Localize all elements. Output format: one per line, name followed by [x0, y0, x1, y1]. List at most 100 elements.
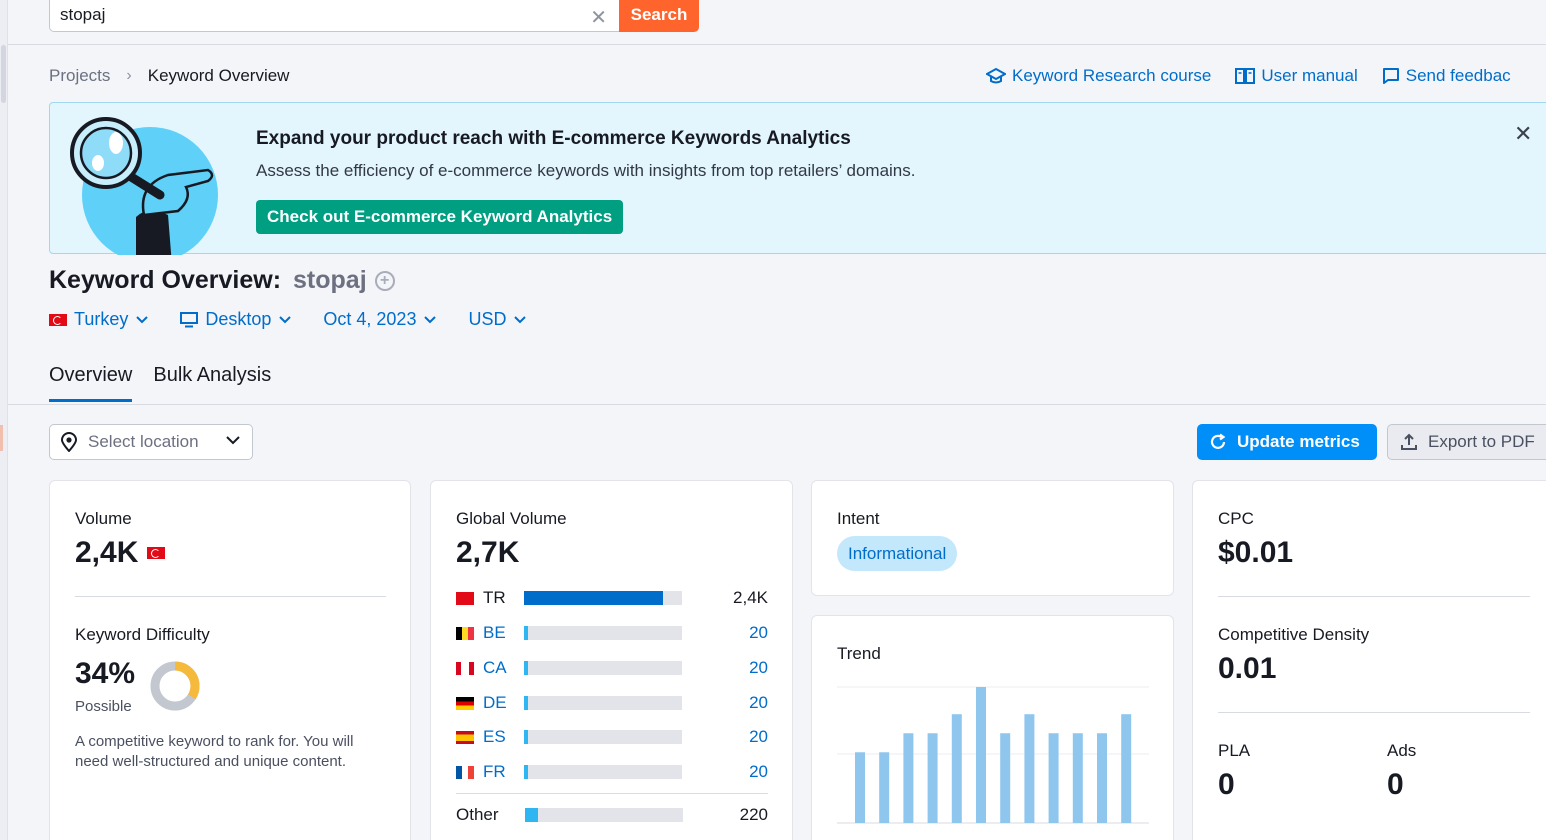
breadcrumb-projects[interactable]: Projects — [49, 66, 110, 86]
date-dropdown[interactable]: Oct 4, 2023 — [323, 309, 437, 330]
country-row-fr[interactable]: FR 20 — [456, 762, 768, 782]
country-row-es[interactable]: ES 20 — [456, 727, 768, 747]
user-manual-link[interactable]: User manual — [1235, 66, 1358, 86]
close-icon[interactable]: ✕ — [1514, 121, 1532, 147]
country-code[interactable]: BE — [483, 623, 524, 643]
germany-flag-icon — [456, 696, 474, 710]
trend-bar[interactable] — [1097, 733, 1107, 823]
turkey-flag-icon — [456, 591, 474, 605]
tab-bulk-analysis[interactable]: Bulk Analysis — [153, 364, 271, 402]
trend-bar[interactable] — [1121, 714, 1132, 823]
trend-bar[interactable] — [951, 714, 962, 823]
update-metrics-button[interactable]: Update metrics — [1197, 424, 1377, 460]
country-bar-fill — [524, 730, 528, 744]
intent-label: Intent — [837, 509, 880, 528]
country-bar — [524, 730, 682, 744]
search-input[interactable]: stopaj ✕ — [49, 0, 619, 32]
tabs: Overview Bulk Analysis — [49, 364, 292, 402]
country-bar — [524, 661, 682, 675]
country-bar-fill — [525, 808, 538, 822]
ecommerce-analytics-button[interactable]: Check out E-commerce Keyword Analytics — [256, 200, 624, 234]
filters: Turkey Desktop Oct 4, 2023 USD — [49, 309, 558, 330]
chevron-right-icon: › — [126, 67, 132, 84]
export-pdf-button[interactable]: Export to PDF — [1387, 424, 1546, 460]
country-value[interactable]: 20 — [682, 623, 768, 643]
turkey-flag-icon — [49, 313, 67, 326]
device-dropdown[interactable]: Desktop — [180, 309, 292, 330]
ads-label: Ads — [1387, 741, 1417, 760]
device-label: Desktop — [205, 309, 272, 329]
country-bar-fill — [524, 765, 528, 779]
country-row-de[interactable]: DE 20 — [456, 693, 768, 713]
keyword-research-course-link[interactable]: Keyword Research course — [986, 66, 1211, 86]
country-value[interactable]: 20 — [682, 693, 768, 713]
left-scroll-rail — [0, 0, 8, 840]
trend-bar[interactable] — [903, 733, 914, 823]
trend-bar[interactable] — [1072, 733, 1083, 823]
trend-bar[interactable] — [927, 733, 938, 823]
search-button[interactable]: Search — [619, 0, 699, 32]
divider — [1218, 712, 1530, 713]
location-select[interactable]: Select location — [49, 424, 253, 460]
trend-bar[interactable] — [1048, 733, 1059, 823]
divider — [75, 596, 386, 597]
country-label: Turkey — [74, 309, 129, 329]
global-volume-label: Global Volume — [456, 509, 567, 528]
competitive-density-label: Competitive Density — [1218, 625, 1370, 644]
country-row-be[interactable]: BE 20 — [456, 623, 768, 643]
trend-bar[interactable] — [1024, 714, 1035, 823]
country-bar-fill — [524, 591, 664, 605]
country-value[interactable]: 20 — [682, 762, 768, 782]
send-feedback-link[interactable]: Send feedbac — [1382, 66, 1511, 86]
trend-bar[interactable] — [855, 752, 865, 823]
cpc-label: CPC — [1218, 509, 1254, 528]
page-title-prefix: Keyword Overview: — [49, 266, 282, 294]
tab-overview[interactable]: Overview — [49, 364, 133, 402]
chevron-down-icon — [226, 436, 240, 445]
belgium-flag-icon — [456, 626, 474, 640]
country-code[interactable]: FR — [483, 762, 524, 782]
desktop-icon — [180, 311, 199, 327]
search-input-value: stopaj — [60, 5, 106, 24]
country-dropdown[interactable]: Turkey — [49, 309, 149, 330]
trend-bar[interactable] — [976, 687, 986, 823]
trend-card: Trend — [811, 615, 1174, 840]
kd-donut-chart — [150, 661, 200, 711]
kd-label: Keyword Difficulty — [75, 625, 210, 644]
currency-dropdown[interactable]: USD — [468, 309, 527, 330]
page-title-keyword: stopaj — [293, 266, 367, 294]
banner-title: Expand your product reach with E-commerc… — [256, 128, 851, 149]
location-pin-icon — [60, 432, 78, 452]
currency-label: USD — [468, 309, 507, 329]
volume-value-row: 2,4K — [75, 536, 172, 570]
pla-value: 0 — [1218, 768, 1235, 801]
cpc-value: $0.01 — [1218, 536, 1294, 569]
country-bar — [524, 626, 682, 640]
kd-description: A competitive keyword to rank for. You w… — [75, 733, 354, 770]
intent-badge[interactable]: Informational — [837, 536, 958, 571]
country-row-ca[interactable]: CA 20 — [456, 658, 768, 678]
upload-icon — [1401, 433, 1417, 450]
country-value: 220 — [739, 805, 768, 824]
country-code[interactable]: ES — [483, 727, 524, 747]
turkey-flag-icon — [147, 547, 166, 559]
country-code[interactable]: CA — [483, 658, 524, 678]
breadcrumb: Projects › Keyword Overview — [49, 66, 289, 86]
global-volume-value: 2,7K — [456, 536, 520, 569]
clear-icon[interactable]: ✕ — [590, 5, 607, 30]
rail-thumb[interactable] — [1, 45, 6, 103]
divider — [456, 793, 768, 794]
trend-bar[interactable] — [879, 752, 890, 823]
divider — [1218, 596, 1530, 597]
country-row-tr: TR 2,4K — [456, 588, 768, 608]
trend-bar[interactable] — [1000, 733, 1011, 823]
magnifier-illustration — [70, 117, 218, 255]
country-row-other: Other 220 — [456, 805, 768, 825]
country-value[interactable]: 20 — [682, 727, 768, 747]
competitive-density-value: 0.01 — [1218, 652, 1277, 685]
country-value[interactable]: 20 — [682, 658, 768, 678]
add-circle-icon[interactable]: + — [374, 270, 395, 291]
graduation-cap-icon — [986, 67, 1006, 84]
help-link-label: Keyword Research course — [1012, 66, 1212, 85]
country-code[interactable]: DE — [483, 693, 524, 713]
